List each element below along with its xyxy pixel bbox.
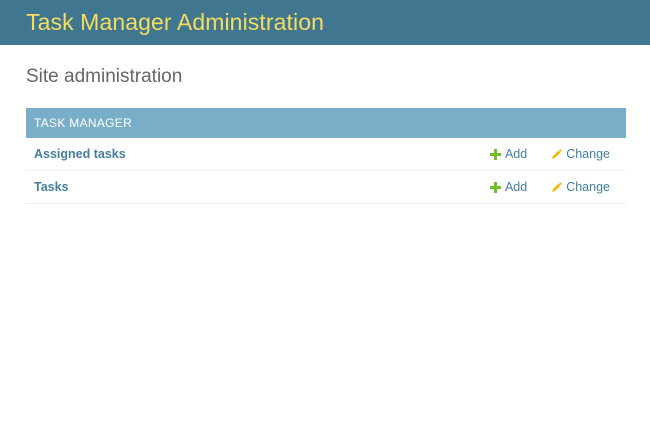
add-button[interactable]: Add: [489, 180, 528, 194]
app-module-task-manager: TASK MANAGER Assigned tasks Add Change T…: [26, 108, 626, 204]
model-link-assigned-tasks[interactable]: Assigned tasks: [34, 147, 126, 161]
site-header: Task Manager Administration: [0, 0, 650, 45]
plus-icon: [489, 148, 501, 160]
module-caption[interactable]: TASK MANAGER: [26, 108, 626, 138]
row-actions: Add Change: [489, 138, 610, 170]
change-button[interactable]: Change: [551, 147, 610, 161]
model-row-assigned-tasks: Assigned tasks Add Change: [26, 138, 626, 171]
add-label: Add: [504, 180, 528, 194]
row-actions: Add Change: [489, 171, 610, 203]
main-content: Site administration TASK MANAGER Assigne…: [0, 45, 650, 204]
change-label: Change: [566, 147, 610, 161]
page-title: Site administration: [26, 66, 183, 87]
change-label: Change: [566, 180, 610, 194]
model-link-tasks[interactable]: Tasks: [34, 180, 69, 194]
plus-icon: [489, 181, 501, 193]
model-row-tasks: Tasks Add Change: [26, 171, 626, 204]
add-label: Add: [504, 147, 528, 161]
add-button[interactable]: Add: [489, 147, 528, 161]
pencil-icon: [552, 181, 563, 192]
change-button[interactable]: Change: [551, 180, 610, 194]
site-branding[interactable]: Task Manager Administration: [26, 9, 324, 36]
pencil-icon: [552, 148, 563, 159]
